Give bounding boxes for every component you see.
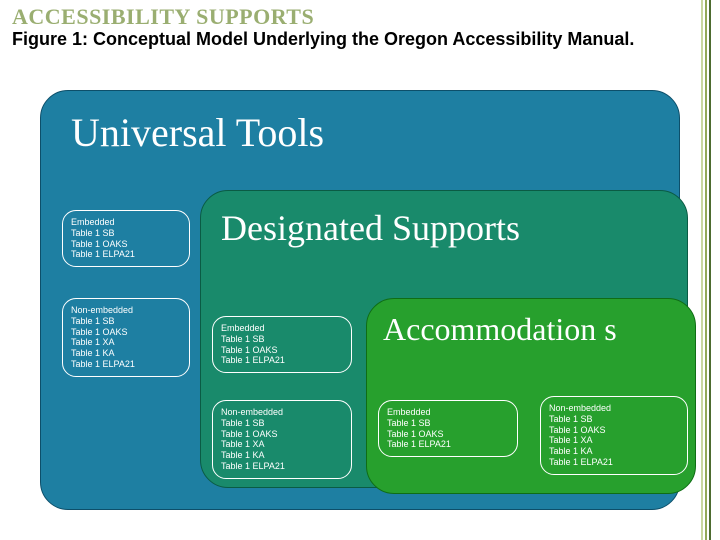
universal-tools-title: Universal Tools bbox=[71, 109, 324, 156]
pill-label: Non-embedded bbox=[71, 305, 181, 316]
pill-item: Table 1 OAKS bbox=[71, 239, 181, 250]
universal-nonembedded-pill: Non-embedded Table 1 SB Table 1 OAKS Tab… bbox=[62, 298, 190, 377]
pill-item: Table 1 SB bbox=[71, 228, 181, 239]
pill-item: Table 1 SB bbox=[549, 414, 679, 425]
pill-label: Embedded bbox=[221, 323, 343, 334]
pill-item: Table 1 KA bbox=[71, 348, 181, 359]
designated-embedded-pill: Embedded Table 1 SB Table 1 OAKS Table 1… bbox=[212, 316, 352, 373]
pill-item: Table 1 OAKS bbox=[549, 425, 679, 436]
kicker-heading: ACCESSIBILITY SUPPORTS bbox=[12, 4, 314, 30]
pill-item: Table 1 SB bbox=[71, 316, 181, 327]
pill-label: Non-embedded bbox=[221, 407, 343, 418]
pill-item: Table 1 XA bbox=[71, 337, 181, 348]
designated-nonembedded-pill: Non-embedded Table 1 SB Table 1 OAKS Tab… bbox=[212, 400, 352, 479]
pill-item: Table 1 OAKS bbox=[387, 429, 509, 440]
designated-supports-title: Designated Supports bbox=[221, 207, 520, 249]
universal-embedded-pill: Embedded Table 1 SB Table 1 OAKS Table 1… bbox=[62, 210, 190, 267]
pill-item: Table 1 ELPA21 bbox=[549, 457, 679, 468]
pill-item: Table 1 XA bbox=[221, 439, 343, 450]
pill-item: Table 1 KA bbox=[549, 446, 679, 457]
side-rail bbox=[700, 0, 714, 540]
figure-caption: Figure 1: Conceptual Model Underlying th… bbox=[12, 28, 708, 51]
pill-item: Table 1 SB bbox=[221, 418, 343, 429]
pill-item: Table 1 SB bbox=[387, 418, 509, 429]
accommodations-nonembedded-pill: Non-embedded Table 1 SB Table 1 OAKS Tab… bbox=[540, 396, 688, 475]
pill-item: Table 1 OAKS bbox=[221, 429, 343, 440]
accommodations-title: Accommodation s bbox=[383, 313, 685, 347]
pill-label: Non-embedded bbox=[549, 403, 679, 414]
pill-item: Table 1 OAKS bbox=[221, 345, 343, 356]
accommodations-embedded-pill: Embedded Table 1 SB Table 1 OAKS Table 1… bbox=[378, 400, 518, 457]
pill-item: Table 1 ELPA21 bbox=[221, 355, 343, 366]
pill-item: Table 1 KA bbox=[221, 450, 343, 461]
pill-label: Embedded bbox=[71, 217, 181, 228]
pill-item: Table 1 ELPA21 bbox=[71, 359, 181, 370]
pill-label: Embedded bbox=[387, 407, 509, 418]
pill-item: Table 1 XA bbox=[549, 435, 679, 446]
pill-item: Table 1 ELPA21 bbox=[71, 249, 181, 260]
pill-item: Table 1 SB bbox=[221, 334, 343, 345]
pill-item: Table 1 ELPA21 bbox=[387, 439, 509, 450]
pill-item: Table 1 ELPA21 bbox=[221, 461, 343, 472]
pill-item: Table 1 OAKS bbox=[71, 327, 181, 338]
